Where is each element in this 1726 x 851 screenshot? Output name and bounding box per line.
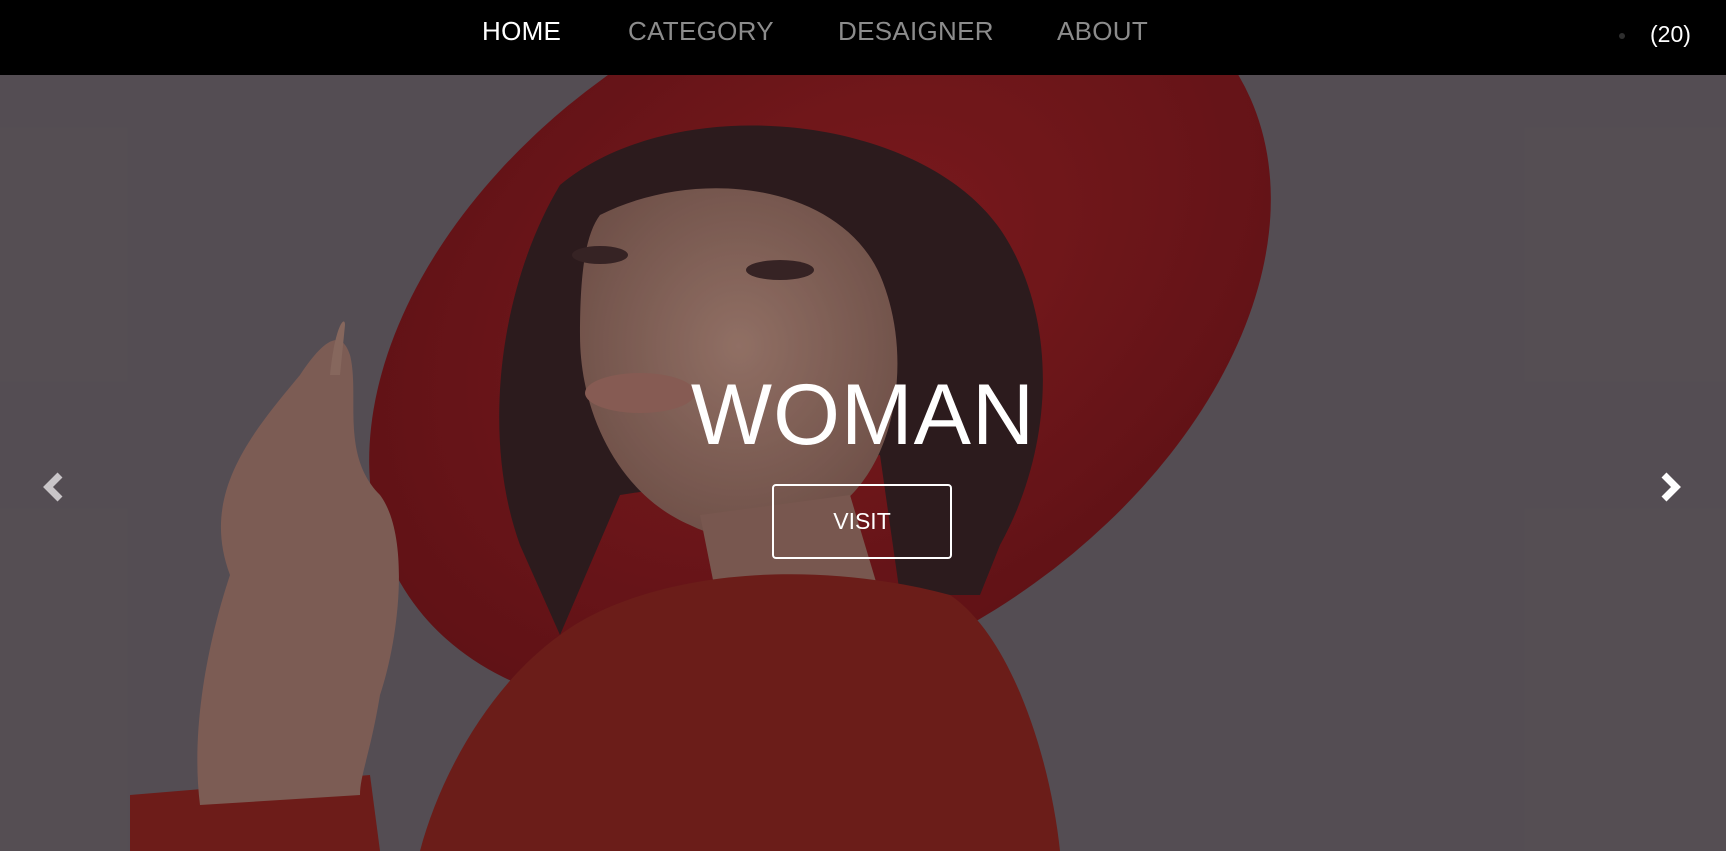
carousel-prev-button[interactable] <box>36 467 76 507</box>
chevron-right-icon <box>1661 472 1681 502</box>
cart-count[interactable]: (20) <box>1650 21 1691 48</box>
nav-link-home[interactable]: HOME <box>482 16 561 47</box>
nav-links: HOME CATEGORY DESAIGNER ABOUT <box>0 0 1726 75</box>
carousel-next-button[interactable] <box>1648 467 1688 507</box>
cart-dot-icon <box>1619 33 1625 39</box>
top-navbar: HOME CATEGORY DESAIGNER ABOUT (20) <box>0 0 1726 75</box>
hero-overlay <box>0 75 1726 851</box>
chevron-left-icon <box>43 472 63 502</box>
hero-title: WOMAN <box>690 367 1036 463</box>
visit-button[interactable]: VISIT <box>772 484 952 559</box>
nav-link-designer[interactable]: DESAIGNER <box>838 16 994 47</box>
nav-link-category[interactable]: CATEGORY <box>628 16 774 47</box>
hero-slider: WOMAN VISIT <box>0 75 1726 851</box>
nav-link-about[interactable]: ABOUT <box>1057 16 1148 47</box>
